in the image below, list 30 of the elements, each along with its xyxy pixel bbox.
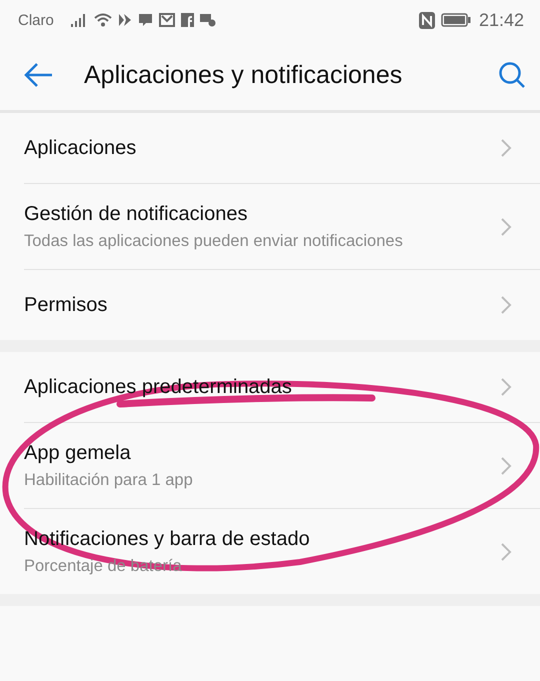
- item-title: Aplicaciones: [24, 136, 138, 160]
- chat-icon: [138, 13, 153, 27]
- nfc-icon: [418, 12, 435, 28]
- item-subtitle: Habilitación para 1 app: [24, 470, 194, 490]
- settings-item[interactable]: Aplicaciones predeterminadas: [24, 352, 540, 423]
- item-title: Aplicaciones predeterminadas: [24, 376, 293, 398]
- chevron-icon: [500, 138, 512, 158]
- chevron-icon: [500, 377, 512, 397]
- carrier-name: Claro: [18, 12, 54, 28]
- battery-icon: [440, 13, 471, 27]
- chevron-icon: [500, 216, 512, 236]
- app-icon: [180, 13, 194, 27]
- settings-item[interactable]: Gestión de notificaciones Todas las aplicaciones pueden enviar notificaciones: [24, 184, 540, 270]
- settings-item[interactable]: Permisos: [24, 270, 540, 340]
- mail-icon: [158, 13, 175, 27]
- page-title: Aplicaciones y notificaciones: [84, 60, 404, 90]
- item-title: Gestión de notificaciones: [24, 202, 248, 226]
- item-title: App gemela: [24, 442, 132, 464]
- search-button[interactable]: [498, 61, 526, 89]
- status-time: 21:42: [478, 10, 524, 30]
- item-title: Permisos: [24, 294, 108, 316]
- signal-icon: [70, 13, 88, 27]
- chevron-icon: [500, 456, 512, 476]
- settings-item[interactable]: Aplicaciones: [24, 113, 540, 184]
- item-subtitle: Todas las aplicaciones pueden enviar notificaciones: [24, 232, 404, 250]
- chevron-icon: [500, 295, 512, 315]
- settings-item[interactable]: App gemela Habilitación para 1 app: [24, 423, 540, 509]
- chevron-icon: [500, 542, 512, 562]
- wifi-icon: [94, 13, 112, 27]
- back-button[interactable]: [24, 62, 54, 88]
